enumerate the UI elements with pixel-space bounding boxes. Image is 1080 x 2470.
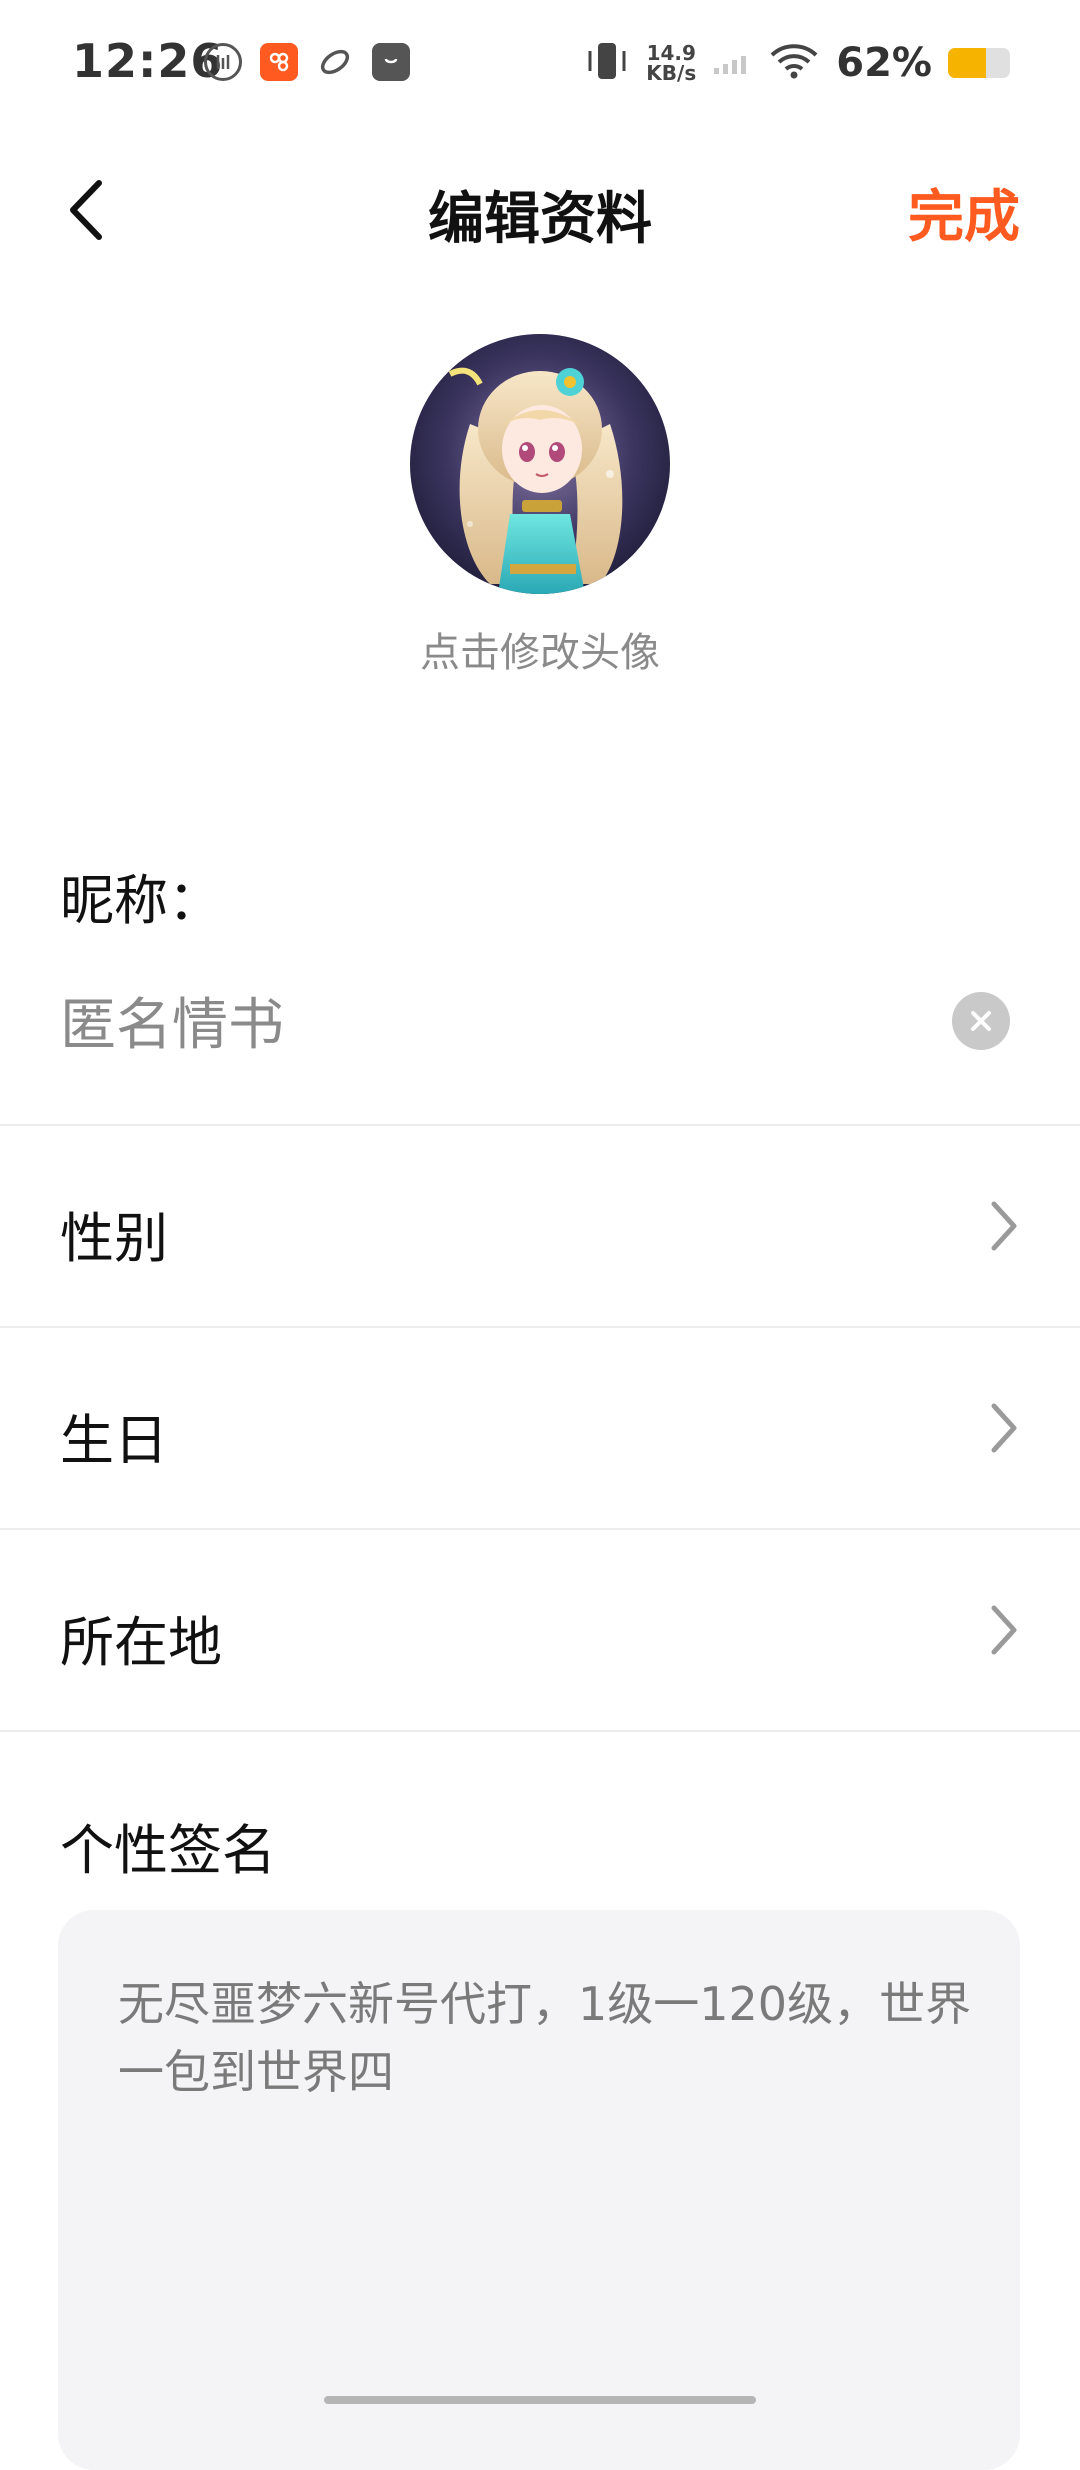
avatar-hint[interactable]: 点击修改头像 bbox=[0, 620, 1080, 678]
row-location[interactable]: 所在地 bbox=[0, 1530, 1080, 1730]
done-button[interactable]: 完成 bbox=[908, 172, 1020, 253]
chevron-right-icon bbox=[991, 1605, 1017, 1655]
close-icon bbox=[971, 1011, 991, 1031]
signature-text: 无尽噩梦六新号代打，1级一120级，世界一包到世界四 bbox=[118, 1977, 972, 2099]
app-notification-icon bbox=[204, 43, 242, 81]
chevron-right-icon bbox=[991, 1201, 1017, 1251]
status-time: 12:26 bbox=[72, 34, 224, 88]
bag-app-icon bbox=[372, 43, 410, 81]
system-status: 14.9 KB/s 62% bbox=[584, 38, 1010, 88]
header: 编辑资料 完成 bbox=[0, 150, 1080, 270]
row-gender[interactable]: 性别 bbox=[0, 1126, 1080, 1326]
signature-label: 个性签名 bbox=[60, 1819, 276, 1882]
divider bbox=[0, 1730, 1080, 1732]
nickname-input[interactable] bbox=[60, 988, 940, 1053]
network-speed: 14.9 KB/s bbox=[646, 43, 696, 83]
battery-percent: 62% bbox=[836, 40, 932, 86]
shop-app-icon bbox=[260, 43, 298, 81]
nickname-label: 昵称： bbox=[60, 869, 222, 932]
clear-button[interactable] bbox=[952, 992, 1010, 1050]
signature-textarea[interactable]: 无尽噩梦六新号代打，1级一120级，世界一包到世界四 bbox=[58, 1910, 1020, 2470]
battery-icon bbox=[948, 48, 1010, 78]
signal-icon bbox=[712, 46, 752, 80]
network-speed-value: 14.9 bbox=[646, 41, 696, 65]
wifi-icon bbox=[768, 41, 820, 85]
avatar-image bbox=[410, 334, 670, 594]
location-label: 所在地 bbox=[60, 1611, 222, 1674]
home-indicator[interactable] bbox=[324, 2396, 756, 2404]
network-speed-unit: KB/s bbox=[646, 61, 697, 85]
gender-label: 性别 bbox=[60, 1207, 168, 1270]
avatar[interactable] bbox=[410, 334, 670, 594]
chevron-right-icon bbox=[991, 1403, 1017, 1453]
battery-fill bbox=[948, 48, 987, 78]
birthday-label: 生日 bbox=[60, 1409, 168, 1472]
row-birthday[interactable]: 生日 bbox=[0, 1328, 1080, 1528]
link-app-icon bbox=[316, 43, 354, 81]
notification-icons bbox=[204, 42, 410, 82]
vibrate-icon bbox=[584, 41, 630, 85]
status-bar: 12:26 14.9 KB/s 62% bbox=[0, 0, 1080, 130]
